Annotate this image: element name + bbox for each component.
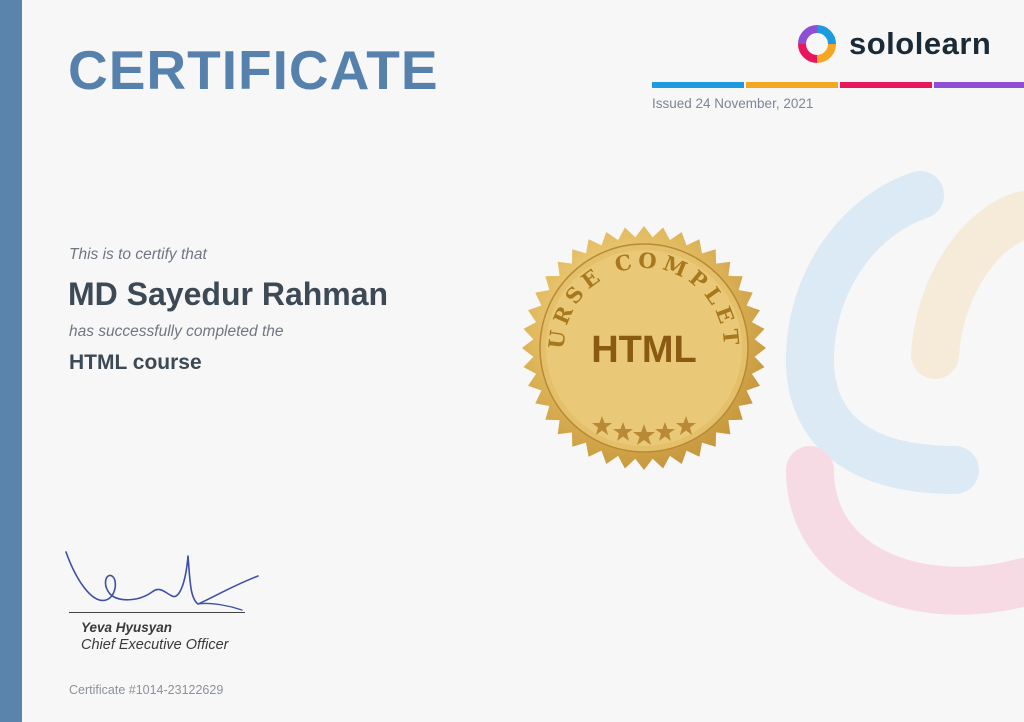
signatory-name: Yeva Hyusyan: [81, 620, 173, 635]
decorative-brand-arcs: [785, 171, 1024, 615]
sololearn-logo-icon: [798, 25, 836, 63]
signature-line: [69, 612, 245, 613]
signature-icon: [65, 551, 259, 611]
course-name: HTML course: [69, 351, 202, 374]
recipient-name: MD Sayedur Rahman: [68, 276, 389, 312]
brand-name: sololearn: [849, 26, 992, 61]
certificate-title: CERTIFICATE: [68, 39, 439, 101]
certificate-number: Certificate #1014-23122629: [69, 683, 224, 697]
stripe-red: [840, 82, 932, 88]
certify-intro: This is to certify that: [69, 246, 207, 263]
brand-logo: sololearn: [797, 24, 991, 64]
stripe-orange: [746, 82, 838, 88]
signatory-title: Chief Executive Officer: [81, 637, 229, 653]
left-color-band: [0, 0, 22, 722]
gold-seal-icon: COURSE COMPLETED HTML: [520, 224, 766, 470]
stripe-purple: [934, 82, 1024, 88]
issue-date: Issued 24 November, 2021: [652, 96, 814, 111]
stripe-blue: [652, 82, 744, 88]
seal-label: HTML: [591, 329, 697, 371]
completion-text: has successfully completed the: [69, 323, 284, 340]
brand-color-stripes: [652, 82, 1024, 88]
